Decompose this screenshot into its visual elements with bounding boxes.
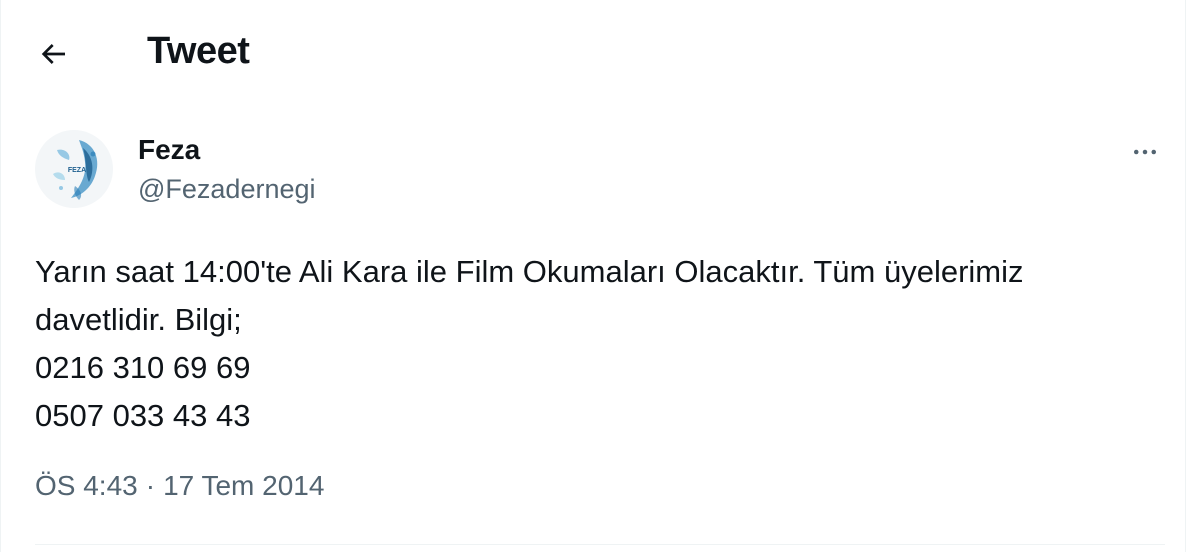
- feza-logo-icon: FEZA: [35, 130, 113, 208]
- more-horizontal-icon: [1134, 149, 1156, 155]
- arrow-left-icon: [41, 44, 65, 64]
- tweet-date[interactable]: 17 Tem 2014: [163, 470, 324, 502]
- tweet-text: Yarın saat 14:00'te Ali Kara ile Film Ok…: [35, 248, 1155, 440]
- page-header: Tweet: [1, 0, 1185, 108]
- page-title: Tweet: [147, 30, 250, 72]
- tweet-time[interactable]: ÖS 4:43: [35, 470, 138, 502]
- tweet-line: 0216 310 69 69: [35, 350, 251, 385]
- timestamp-separator: ·: [145, 470, 156, 501]
- author-display-name[interactable]: Feza: [138, 134, 200, 166]
- tweet-line: Yarın saat 14:00'te Ali Kara ile Film Ok…: [35, 254, 1024, 289]
- divider: [35, 544, 1165, 545]
- tweet-line: 0507 033 43 43: [35, 398, 251, 433]
- back-button[interactable]: [31, 32, 75, 76]
- tweet-line: davetlidir. Bilgi;: [35, 302, 242, 337]
- tweet-page: Tweet FEZA Feza @Fezadernegi Yarın saat …: [0, 0, 1186, 552]
- svg-text:FEZA: FEZA: [68, 167, 86, 174]
- tweet-timestamp: ÖS 4:43 · 17 Tem 2014: [35, 470, 324, 502]
- author-handle[interactable]: @Fezadernegi: [138, 174, 316, 205]
- more-options-button[interactable]: [1125, 132, 1165, 172]
- avatar[interactable]: FEZA: [35, 130, 113, 208]
